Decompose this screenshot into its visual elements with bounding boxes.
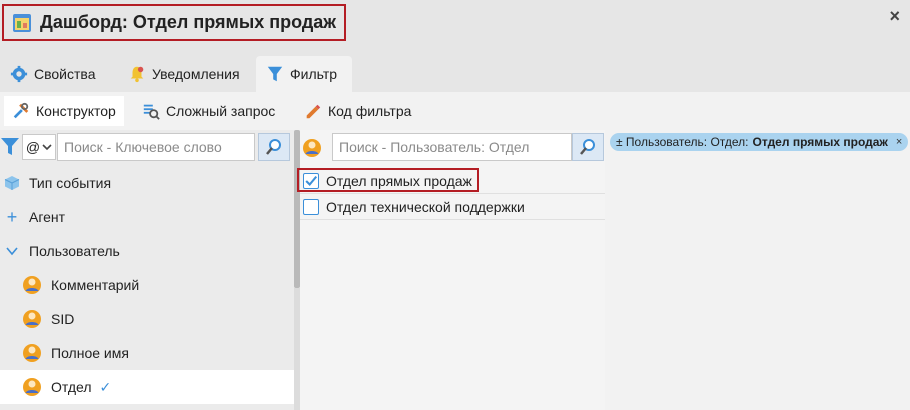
user-icon (22, 377, 42, 397)
cube-icon (4, 175, 20, 191)
tab-notifications[interactable]: Уведомления (118, 56, 250, 92)
query-icon (143, 104, 160, 120)
option-row[interactable]: Отдел технической поддержки (300, 195, 605, 220)
user-icon (22, 275, 42, 295)
remove-chip-icon[interactable]: × (896, 136, 902, 148)
active-filters-panel (605, 130, 910, 410)
filter-funnel-icon (1, 138, 19, 155)
dashboard-icon (13, 13, 31, 32)
window-title: Дашборд: Отдел прямых продаж (40, 12, 337, 32)
tools-icon (13, 102, 29, 119)
tree-item-event-type[interactable]: Тип события (0, 166, 294, 200)
tree-item-label: Полное имя (51, 345, 129, 361)
filter-chip-prefix: ± Пользователь: Отдел: (616, 135, 749, 149)
funnel-icon (267, 66, 283, 82)
tab-properties-label: Свойства (34, 66, 96, 82)
tree-item-user[interactable]: Пользователь (0, 234, 294, 268)
tree-item-label: Пользователь (29, 243, 120, 259)
user-icon (22, 309, 42, 329)
subtab-constructor-label: Конструктор (36, 103, 116, 119)
check-icon: ✓ (99, 378, 112, 395)
window-title-highlight: Дашборд: Отдел прямых продаж (2, 4, 346, 41)
subtab-complex-query[interactable]: Сложный запрос (134, 96, 283, 126)
user-icon (303, 139, 321, 157)
user-icon (22, 343, 42, 363)
tree-item-department-label: Отдел (51, 378, 92, 395)
operator-value: @ (25, 139, 41, 155)
tab-properties[interactable]: Свойства (0, 56, 105, 92)
chevron-down-icon (42, 144, 52, 151)
filter-chip[interactable]: ± Пользователь: Отдел: Отдел прямых прод… (610, 133, 909, 151)
keyword-search-button[interactable] (258, 133, 290, 161)
keyword-search-placeholder: Поиск - Ключевое слово (64, 139, 222, 155)
plus-icon[interactable]: + (4, 207, 20, 227)
tree-item-department[interactable]: Отдел ✓ (0, 370, 294, 404)
code-icon (306, 104, 321, 119)
option-checkbox[interactable] (303, 199, 319, 215)
tab-filter-label: Фильтр (290, 66, 338, 82)
option-label: Отдел технической поддержки (326, 199, 525, 215)
gear-icon (10, 65, 28, 83)
value-search-button[interactable] (572, 133, 604, 161)
search-icon (266, 139, 281, 155)
chevron-down-icon[interactable] (4, 243, 20, 259)
filter-chip-value: Отдел прямых продаж (752, 135, 888, 149)
subtab-filter-code-label: Код фильтра (328, 103, 412, 119)
tree-item-agent[interactable]: + Агент (0, 200, 294, 234)
tree-item-label: Агент (29, 209, 66, 225)
tree-item-full-name[interactable]: Полное имя (0, 336, 294, 370)
operator-select[interactable]: @ (22, 134, 56, 160)
tab-filter[interactable]: Фильтр (256, 56, 352, 92)
tree-item-label: SID (51, 311, 75, 327)
tree-item-label: Отдел ✓ (51, 379, 111, 396)
search-icon (580, 139, 595, 155)
tree-item-comment[interactable]: Комментарий (0, 268, 294, 302)
value-search-input[interactable]: Поиск - Пользователь: Отдел (332, 133, 572, 161)
subtab-constructor[interactable]: Конструктор (4, 96, 124, 126)
subtab-complex-query-label: Сложный запрос (166, 103, 276, 119)
value-search-placeholder: Поиск - Пользователь: Отдел (339, 139, 530, 155)
subtab-filter-code[interactable]: Код фильтра (296, 96, 419, 126)
selected-option-highlight (297, 168, 479, 192)
tab-notifications-label: Уведомления (152, 66, 240, 82)
close-icon[interactable]: × (889, 6, 900, 27)
keyword-search-input[interactable]: Поиск - Ключевое слово (57, 133, 255, 161)
tree-item-sid[interactable]: SID (0, 302, 294, 336)
tree-item-label: Тип события (29, 175, 112, 191)
bell-icon (130, 66, 144, 83)
tree-item-label: Комментарий (51, 277, 140, 293)
